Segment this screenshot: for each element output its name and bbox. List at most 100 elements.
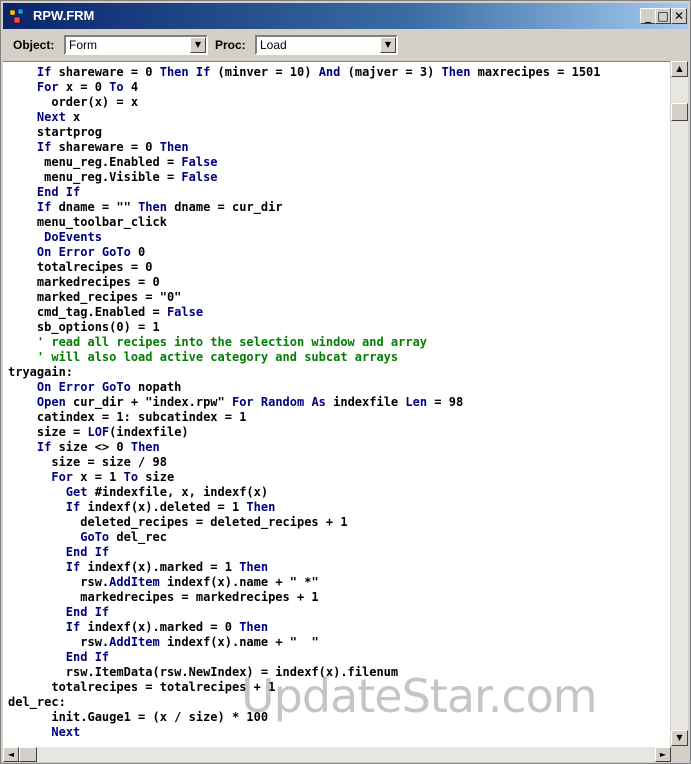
close-icon[interactable]: ✕ <box>671 8 687 24</box>
object-combo[interactable]: Form ▼ <box>64 35 208 55</box>
minimize-icon[interactable]: _ <box>640 8 656 24</box>
code-keyword: If <box>65 620 81 634</box>
code-token: indexf(x).name + " *" <box>159 575 319 589</box>
code-line[interactable]: DoEvents <box>8 230 601 245</box>
code-line[interactable]: Next x <box>8 110 601 125</box>
object-label: Object: <box>13 38 55 52</box>
code-line[interactable]: markedrecipes = 0 <box>8 275 601 290</box>
object-combo-value: Form <box>69 38 97 52</box>
code-keyword: If <box>195 65 211 79</box>
code-keyword: On Error GoTo <box>36 245 131 259</box>
code-editor[interactable]: If shareware = 0 Then If (minver = 10) A… <box>3 61 670 747</box>
code-line[interactable]: End If <box>8 605 601 620</box>
code-line[interactable]: If size <> 0 Then <box>8 440 601 455</box>
code-keyword: If <box>65 560 81 574</box>
code-line[interactable]: size = size / 98 <box>8 455 601 470</box>
scroll-thumb[interactable] <box>671 103 688 121</box>
maximize-icon[interactable]: □ <box>655 8 671 24</box>
code-line[interactable]: markedrecipes = markedrecipes + 1 <box>8 590 601 605</box>
code-line[interactable]: If indexf(x).deleted = 1 Then <box>8 500 601 515</box>
code-line[interactable]: For x = 1 To size <box>8 470 601 485</box>
horizontal-scrollbar[interactable]: ◄ ► <box>3 747 671 762</box>
dropdown-arrow-icon[interactable]: ▼ <box>380 37 396 53</box>
code-line[interactable]: deleted_recipes = deleted_recipes + 1 <box>8 515 601 530</box>
code-token: sb_options(0) = 1 <box>8 320 160 334</box>
code-line[interactable]: menu_reg.Visible = False <box>8 170 601 185</box>
code-line[interactable]: If shareware = 0 Then If (minver = 10) A… <box>8 65 601 80</box>
code-token: del_rec <box>109 530 167 544</box>
code-comment: ' read all recipes into the selection wi… <box>8 335 428 349</box>
code-line[interactable]: If indexf(x).marked = 1 Then <box>8 560 601 575</box>
code-line[interactable]: marked_recipes = "0" <box>8 290 601 305</box>
scroll-arrow-icon[interactable]: ▲ <box>671 61 688 77</box>
code-line[interactable]: Next <box>8 725 601 740</box>
code-token: 0 <box>130 245 146 259</box>
code-line[interactable]: Open cur_dir + "index.rpw" For Random As… <box>8 395 601 410</box>
code-line[interactable]: rsw.AddItem indexf(x).name + " *" <box>8 575 601 590</box>
code-line[interactable]: If shareware = 0 Then <box>8 140 601 155</box>
code-keyword: For <box>36 80 59 94</box>
scroll-arrow-icon[interactable]: ► <box>655 747 671 762</box>
vertical-scrollbar[interactable]: ▲ ▼ <box>671 61 688 746</box>
code-line[interactable]: ' will also load active category and sub… <box>8 350 601 365</box>
code-line[interactable]: On Error GoTo nopath <box>8 380 601 395</box>
code-keyword: Then <box>441 65 471 79</box>
code-token: shareware = 0 <box>51 140 160 154</box>
code-line[interactable]: For x = 0 To 4 <box>8 80 601 95</box>
code-line[interactable]: order(x) = x <box>8 95 601 110</box>
code-line[interactable]: totalrecipes = 0 <box>8 260 601 275</box>
code-keyword: To <box>109 80 124 94</box>
code-keyword: If <box>36 65 52 79</box>
code-token: (minver = 10) <box>210 65 319 79</box>
code-line[interactable]: Get #indexfile, x, indexf(x) <box>8 485 601 500</box>
code-line[interactable]: If indexf(x).marked = 0 Then <box>8 620 601 635</box>
code-line[interactable]: tryagain: <box>8 365 601 380</box>
code-keyword: Then <box>130 440 160 454</box>
code-keyword: AddItem <box>109 635 160 649</box>
code-token: = 98 <box>427 395 464 409</box>
code-line[interactable]: catindex = 1: subcatindex = 1 <box>8 410 601 425</box>
code-line[interactable]: menu_reg.Enabled = False <box>8 155 601 170</box>
code-token: marked_recipes = "0" <box>8 290 182 304</box>
code-token: (indexfile) <box>109 425 189 439</box>
code-keyword: For <box>51 470 74 484</box>
proc-combo[interactable]: Load ▼ <box>255 35 398 55</box>
code-text[interactable]: If shareware = 0 Then If (minver = 10) A… <box>8 65 601 740</box>
code-line[interactable]: ' read all recipes into the selection wi… <box>8 335 601 350</box>
code-token: markedrecipes = 0 <box>8 275 160 289</box>
title-bar[interactable]: RPW.FRM _ □ ✕ <box>3 3 688 29</box>
code-token: indexf(x).name + " " <box>159 635 319 649</box>
code-line[interactable]: End If <box>8 650 601 665</box>
code-token: deleted_recipes = deleted_recipes + 1 <box>8 515 348 529</box>
app-icon <box>9 8 24 24</box>
code-line[interactable]: size = LOF(indexfile) <box>8 425 601 440</box>
code-token: nopath <box>130 380 182 394</box>
code-token: menu_reg.Visible = <box>8 170 182 184</box>
code-line[interactable]: rsw.AddItem indexf(x).name + " " <box>8 635 601 650</box>
scroll-thumb[interactable] <box>19 747 37 762</box>
code-token: x = 0 <box>58 80 110 94</box>
code-line[interactable]: menu_toolbar_click <box>8 215 601 230</box>
code-line[interactable]: If dname = "" Then dname = cur_dir <box>8 200 601 215</box>
code-line[interactable]: cmd_tag.Enabled = False <box>8 305 601 320</box>
code-line[interactable]: End If <box>8 185 601 200</box>
scroll-arrow-icon[interactable]: ◄ <box>3 747 19 762</box>
scroll-arrow-icon[interactable]: ▼ <box>671 730 688 746</box>
code-token: order(x) = x <box>8 95 139 109</box>
code-line[interactable]: startprog <box>8 125 601 140</box>
code-token: dname = cur_dir <box>166 200 283 214</box>
code-line[interactable]: sb_options(0) = 1 <box>8 320 601 335</box>
code-keyword: End If <box>65 545 110 559</box>
code-keyword: To <box>123 470 139 484</box>
code-token: tryagain: <box>8 365 74 379</box>
code-keyword: Then <box>159 65 189 79</box>
code-line[interactable]: On Error GoTo 0 <box>8 245 601 260</box>
code-line[interactable]: End If <box>8 545 601 560</box>
dropdown-arrow-icon[interactable]: ▼ <box>190 37 206 53</box>
code-line[interactable]: GoTo del_rec <box>8 530 601 545</box>
